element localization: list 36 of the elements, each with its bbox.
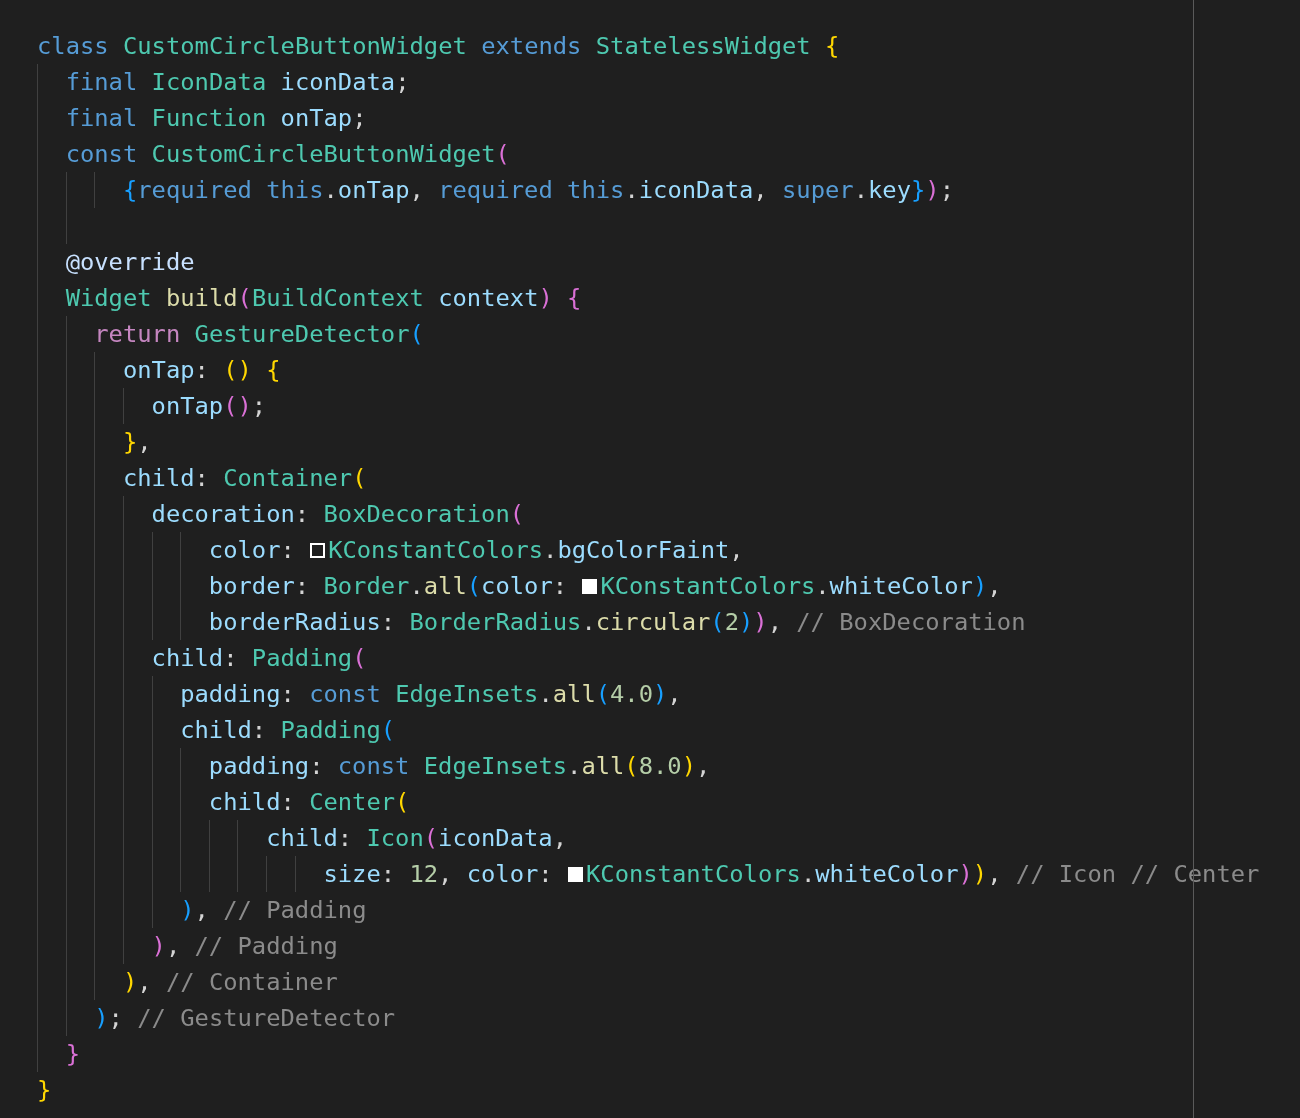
- code-text: child: Icon(iconData,: [266, 823, 567, 854]
- code-text: decoration: BoxDecoration(: [151, 499, 525, 530]
- code-text: }: [37, 1075, 52, 1106]
- code-text: const CustomCircleButtonWidget(: [65, 139, 510, 170]
- indent-guide: [294, 856, 296, 892]
- code-text: padding: const EdgeInsets.all(8.0),: [208, 751, 711, 782]
- code-text: ), // Padding: [151, 931, 338, 962]
- indent-guide: [266, 856, 268, 892]
- indent-guide: [122, 388, 124, 424]
- code-text: KConstantColors.bgColorFaint,: [328, 535, 744, 566]
- code-text: color:: [208, 535, 296, 566]
- code-text: ), // Padding: [180, 895, 367, 926]
- code-text: child: Center(: [208, 787, 410, 818]
- code-text: ); // GestureDetector: [94, 1003, 396, 1034]
- code-text: final IconData iconData;: [65, 67, 410, 98]
- code-text: },: [122, 427, 152, 458]
- code-text: class CustomCircleButtonWidget extends StatelessWidget {: [37, 31, 840, 62]
- code-text: borderRadius: BorderRadius.circular(2)), // BoxDecoration: [208, 607, 1026, 638]
- code-text: child: Padding(: [151, 643, 367, 674]
- code-text: border: Border.all(color:: [208, 571, 569, 602]
- code-text: return GestureDetector(: [94, 319, 424, 350]
- code-text: {required this.onTap, required this.iconData, super.key});: [122, 175, 954, 206]
- code-text: child: Container(: [122, 463, 367, 494]
- code-text: KConstantColors.whiteColor)), // Icon // Center: [586, 859, 1260, 890]
- code-text: onTap: () {: [122, 355, 281, 386]
- code-text: @override: [65, 247, 195, 278]
- code-text: child: Padding(: [180, 715, 396, 746]
- code-text: ), // Container: [122, 967, 338, 998]
- code-text: size: 12, color:: [323, 859, 554, 890]
- code-text: KConstantColors.whiteColor),: [600, 571, 1002, 602]
- code-text: final Function onTap;: [65, 103, 367, 134]
- indent-guide: [94, 172, 96, 208]
- code-text: padding: const EdgeInsets.all(4.0),: [180, 679, 682, 710]
- code-text: onTap();: [151, 391, 267, 422]
- code-text: Widget build(BuildContext context) {: [65, 283, 582, 314]
- code-text: }: [65, 1039, 80, 1070]
